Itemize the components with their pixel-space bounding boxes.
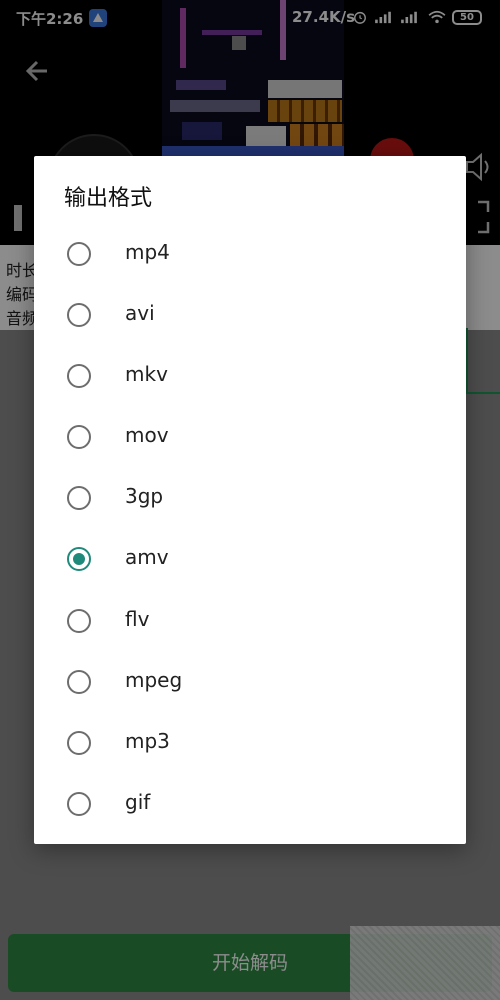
format-option-label: avi [125, 301, 155, 326]
radio-button[interactable] [67, 303, 91, 328]
format-options-list: mp4 avi mkv mov 3gp amv flv mpeg mp3 gif [34, 224, 466, 835]
radio-button[interactable] [67, 791, 91, 816]
dialog-title: 输出格式 [64, 186, 153, 211]
format-option[interactable]: mpeg [34, 652, 466, 713]
format-option-label: flv [125, 606, 150, 631]
radio-button[interactable] [67, 608, 91, 633]
radio-button[interactable] [67, 425, 91, 450]
radio-button[interactable] [67, 730, 91, 755]
format-option[interactable]: mp3 [34, 713, 466, 774]
format-option-label: mp3 [125, 728, 170, 753]
format-option[interactable]: mov [34, 407, 466, 468]
format-option-label: gif [125, 789, 151, 814]
format-option[interactable]: mp4 [34, 224, 466, 285]
output-format-dialog: 输出格式 mp4 avi mkv mov 3gp amv flv mpeg mp… [34, 156, 466, 844]
format-option[interactable]: avi [34, 285, 466, 346]
format-option-label: mp4 [125, 240, 170, 264]
format-option-label: mkv [125, 362, 168, 387]
radio-button[interactable] [67, 669, 91, 694]
radio-button[interactable] [67, 547, 91, 572]
format-option-label: mpeg [125, 667, 183, 692]
format-option[interactable]: amv [34, 529, 466, 590]
format-option-label: amv [125, 545, 169, 570]
format-option-label: mov [125, 423, 169, 448]
format-option[interactable]: 3gp [34, 468, 466, 529]
radio-button[interactable] [67, 364, 91, 389]
format-option[interactable]: gif [34, 774, 466, 835]
radio-button[interactable] [67, 242, 91, 266]
radio-button[interactable] [67, 486, 91, 511]
format-option[interactable]: flv [34, 591, 466, 652]
format-option-label: 3gp [125, 484, 164, 509]
format-option[interactable]: mkv [34, 346, 466, 407]
